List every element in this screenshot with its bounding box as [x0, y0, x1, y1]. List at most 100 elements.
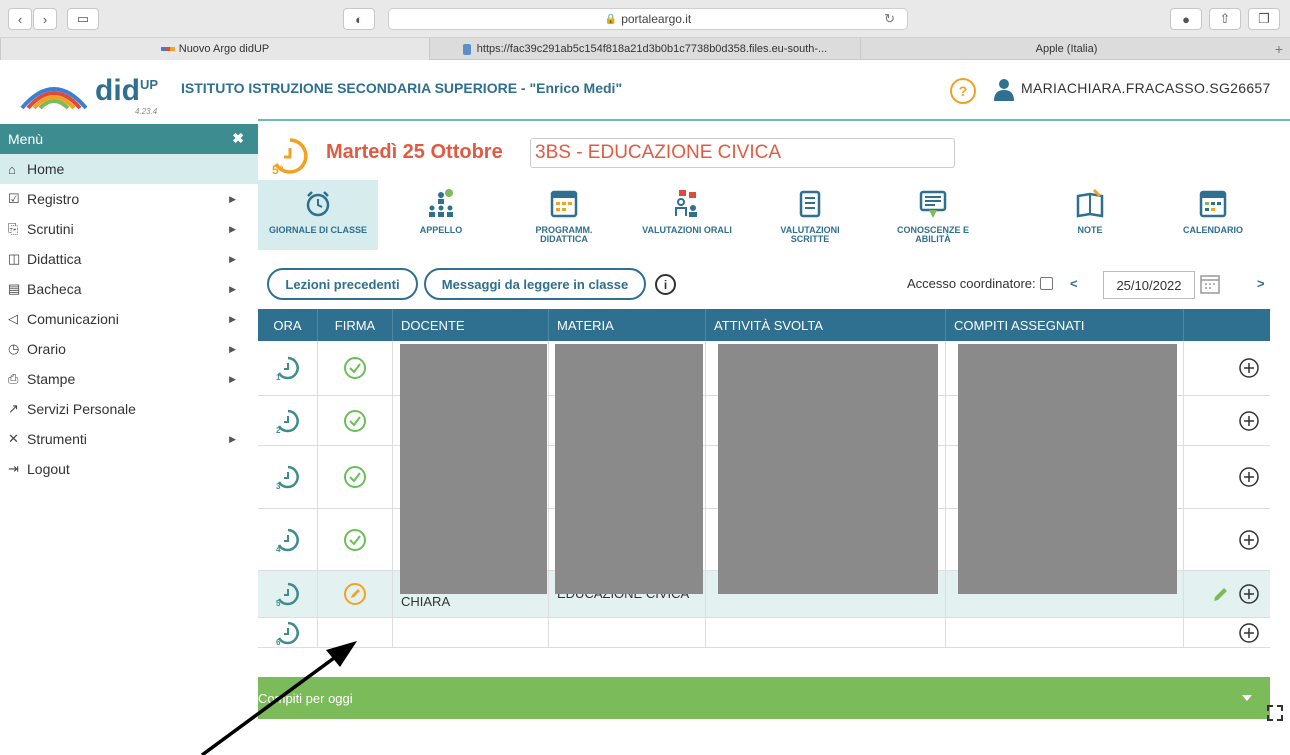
add-circle-icon[interactable]	[1238, 583, 1260, 605]
sidebar-item-label: Comunicazioni	[27, 311, 119, 327]
caret-right-icon: ▶	[229, 223, 236, 234]
notebook-icon	[1076, 188, 1104, 218]
sidebar-item-registro[interactable]: ☑ Registro ▶	[0, 184, 258, 214]
tool-note[interactable]: NOTE	[1030, 180, 1150, 250]
edit-pencil-icon[interactable]	[1212, 585, 1230, 603]
next-date-button[interactable]: >	[1257, 276, 1265, 291]
argo-favicon-icon	[160, 47, 175, 51]
board-icon: ▤	[8, 281, 21, 296]
brand-text: did	[95, 74, 140, 107]
sidebar-item-home[interactable]: ⌂ Home	[0, 154, 258, 184]
header-divider	[258, 119, 1290, 121]
redacted-block	[718, 344, 938, 594]
tool-calendario[interactable]: CALENDARIO	[1153, 180, 1273, 250]
messaggi-button[interactable]: Messaggi da leggere in classe	[424, 268, 646, 300]
caret-right-icon: ▶	[229, 433, 236, 444]
sidebar-toggle-icon[interactable]: ▭	[67, 8, 99, 30]
prev-date-button[interactable]: <	[1070, 276, 1078, 291]
accesso-coordinatore-checkbox[interactable]	[1040, 277, 1053, 290]
clock-hour-icon: 5°	[272, 138, 308, 176]
hour-number: 2	[276, 426, 281, 434]
sidebar-item-logout[interactable]: ⇥ Logout	[0, 454, 258, 484]
hour-clock-icon: 5	[276, 582, 299, 607]
help-icon[interactable]: ?	[950, 78, 976, 104]
calendar-icon	[1199, 190, 1227, 218]
lezioni-precedenti-button[interactable]: Lezioni precedenti	[267, 268, 418, 300]
caret-right-icon: ▶	[229, 253, 236, 264]
class-selector[interactable]: 3BS - EDUCAZIONE CIVICA	[530, 138, 955, 168]
reload-icon[interactable]: ↻	[884, 11, 895, 27]
username[interactable]: MARIACHIARA.FRACASSO.SG26657	[1021, 80, 1271, 96]
written-assessment-icon	[799, 190, 821, 218]
clock-icon: ◷	[8, 341, 20, 356]
redacted-block	[958, 344, 1177, 594]
col-firma: FIRMA	[318, 309, 393, 341]
add-circle-icon[interactable]	[1238, 410, 1260, 432]
hour-clock-icon: 1	[276, 356, 299, 381]
tool-giornale-di-classe[interactable]: GIORNALE DI CLASSE	[258, 180, 378, 250]
compiti-per-oggi-bar[interactable]: Compiti per oggi	[258, 677, 1270, 719]
tab-nuovo-argo[interactable]: Nuovo Argo didUP	[0, 38, 430, 60]
download-icon[interactable]: ●	[1170, 8, 1202, 30]
tool-appello[interactable]: APPELLO	[381, 180, 501, 250]
add-circle-icon[interactable]	[1238, 466, 1260, 488]
signed-check-icon[interactable]	[343, 465, 367, 489]
book-open-icon: ◫	[8, 251, 21, 266]
caret-right-icon: ▶	[229, 313, 236, 324]
sign-pencil-icon[interactable]	[343, 582, 367, 606]
add-circle-icon[interactable]	[1238, 357, 1260, 379]
sidebar-item-bacheca[interactable]: ▤ Bacheca ▶	[0, 274, 258, 304]
skills-board-icon	[919, 190, 947, 218]
sidebar-item-label: Orario	[27, 341, 66, 357]
sidebar-item-stampe[interactable]: ⎙ Stampe ▶	[0, 364, 258, 394]
redacted-block	[400, 344, 547, 594]
signed-check-icon[interactable]	[343, 409, 367, 433]
hour-number: 6	[276, 638, 281, 646]
info-icon[interactable]: i	[655, 274, 676, 295]
tool-valutazioni-scritte[interactable]: VALUTAZIONI SCRITTE	[750, 180, 870, 250]
tool-conoscenze-abilita[interactable]: CONOSCENZE E ABILITÀ	[873, 180, 993, 250]
address-bar[interactable]: 🔒 portaleargo.it ↻	[388, 8, 908, 30]
sidebar-item-strumenti[interactable]: ✕ Strumenti ▶	[0, 424, 258, 454]
calendar-grid-icon	[550, 190, 578, 218]
signed-check-icon[interactable]	[343, 356, 367, 380]
sidebar-item-label: Strumenti	[27, 431, 87, 447]
tab-apple[interactable]: Apple (Italia)	[860, 38, 1268, 60]
tool-valutazioni-orali[interactable]: VALUTAZIONI ORALI	[627, 180, 747, 250]
calendar-picker-icon[interactable]	[1199, 273, 1221, 295]
sidebar-item-orario[interactable]: ◷ Orario ▶	[0, 334, 258, 364]
col-docente: DOCENTE	[393, 309, 549, 341]
file-favicon-icon	[462, 43, 471, 55]
sidebar-item-scrutini[interactable]: ⎘ Scrutini ▶	[0, 214, 258, 244]
add-circle-icon[interactable]	[1238, 622, 1260, 644]
logout-icon: ⇥	[8, 461, 19, 476]
sidebar-item-didattica[interactable]: ◫ Didattica ▶	[0, 244, 258, 274]
add-circle-icon[interactable]	[1238, 529, 1260, 551]
col-ora: ORA	[258, 309, 318, 341]
privacy-shield-icon[interactable]: ◐	[343, 8, 375, 30]
sidebar-item-comunicazioni[interactable]: ◁ Comunicazioni ▶	[0, 304, 258, 334]
date-field[interactable]: 25/10/2022	[1103, 271, 1195, 299]
sidebar-item-servizi-personale[interactable]: ↗ Servizi Personale	[0, 394, 258, 424]
forward-icon[interactable]: ›	[33, 8, 57, 30]
share-icon[interactable]: ⇧	[1209, 8, 1241, 30]
close-icon[interactable]: ✖	[232, 130, 244, 147]
signed-check-icon[interactable]	[343, 528, 367, 552]
tab-file-url[interactable]: https://fac39c291ab5c154f818a21d3b0b1c77…	[430, 38, 860, 60]
tool-label: VALUTAZIONI ORALI	[642, 225, 732, 235]
back-icon[interactable]: ‹	[8, 8, 32, 30]
day-title: Martedì 25 Ottobre	[326, 141, 503, 163]
cell-firma	[318, 396, 393, 445]
fullscreen-icon[interactable]	[1266, 704, 1284, 722]
school-name: ISTITUTO ISTRUZIONE SECONDARIA SUPERIORE…	[181, 80, 623, 96]
tab-label: https://fac39c291ab5c154f818a21d3b0b1c77…	[476, 43, 828, 55]
tabs-overview-icon[interactable]: ❐	[1248, 8, 1280, 30]
new-tab-button[interactable]: +	[1268, 38, 1290, 60]
tool-programm-didattica[interactable]: PROGRAMM. DIDATTICA	[504, 180, 624, 250]
tool-label-line2: ABILITÀ	[915, 234, 951, 244]
user-icon[interactable]	[992, 77, 1016, 101]
app-version: 4.23.4	[135, 107, 158, 116]
cell-firma	[318, 571, 393, 617]
megaphone-icon: ◁	[8, 311, 18, 326]
cell-materia	[549, 618, 706, 647]
